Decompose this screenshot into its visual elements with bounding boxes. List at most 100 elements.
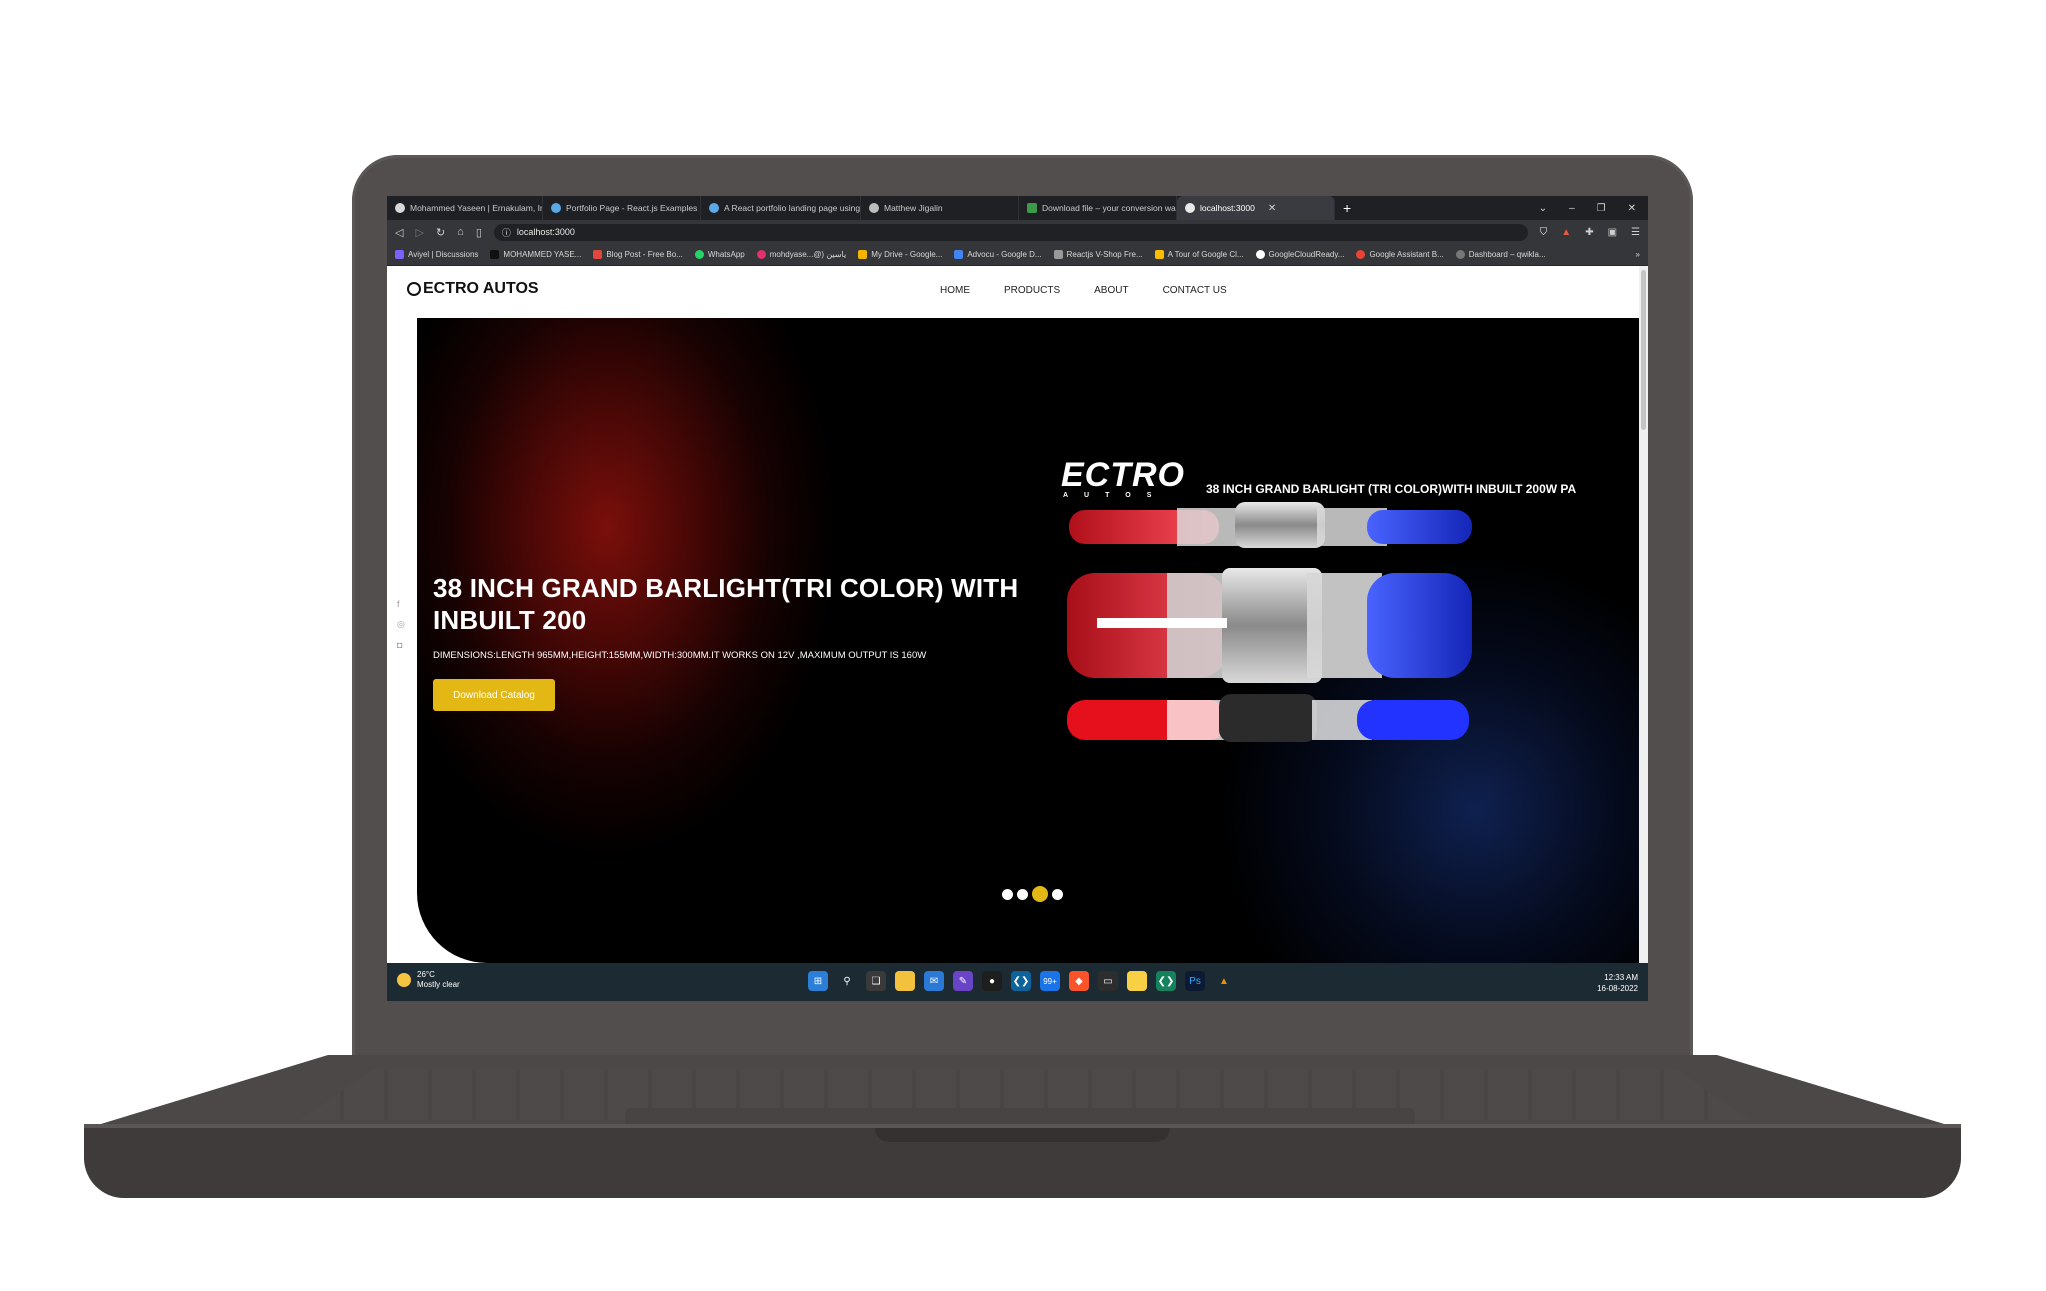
nav-home[interactable]: HOME	[940, 285, 970, 296]
bookmark-label: My Drive - Google...	[871, 250, 943, 259]
browser-tab[interactable]: Portfolio Page - React.js Examples	[543, 196, 701, 220]
nav-contact[interactable]: CONTACT US	[1163, 285, 1227, 296]
product-title: 38 INCH GRAND BARLIGHT (TRI COLOR)WITH I…	[1206, 482, 1577, 496]
window-controls: ⌄ – ❐ ✕	[1539, 203, 1648, 214]
hero-description: DIMENSIONS:LENGTH 965MM,HEIGHT:155MM,WID…	[433, 650, 927, 661]
back-icon[interactable]: ◁	[395, 226, 403, 239]
carousel-dot[interactable]	[1002, 888, 1013, 900]
tab-label: localhost:3000	[1200, 203, 1255, 213]
bookmark-label: WhatsApp	[707, 250, 745, 259]
bookmark-label: MOHAMMED YASE...	[503, 250, 582, 259]
close-tab-icon[interactable]: ✕	[1268, 203, 1276, 214]
design-app-icon[interactable]: ✎	[953, 971, 973, 991]
bookmarks-bar: Aviyel | Discussions MOHAMMED YASE... Bl…	[387, 244, 1648, 266]
close-window-icon[interactable]: ✕	[1628, 203, 1636, 214]
bookmark-item[interactable]: WhatsApp	[694, 250, 745, 259]
system-clock[interactable]: 12:33 AM 16-08-2022	[1597, 972, 1638, 994]
home-icon[interactable]: ⌂	[457, 226, 464, 238]
bookmark-item[interactable]: Reactjs V-Shop Fre...	[1053, 250, 1143, 259]
facebook-icon[interactable]: f	[397, 599, 405, 609]
page-scrollbar[interactable]	[1639, 266, 1648, 963]
app-icon[interactable]: ●	[982, 971, 1002, 991]
download-catalog-button[interactable]: Download Catalog	[433, 679, 555, 711]
hero-carousel: 38 INCH GRAND BARLIGHT(TRI COLOR) WITH I…	[417, 318, 1643, 963]
browser-tab[interactable]: A React portfolio landing page using	[701, 196, 861, 220]
bookmark-item[interactable]: Aviyel | Discussions	[395, 250, 478, 259]
new-tab-button[interactable]: +	[1343, 200, 1351, 216]
address-bar[interactable]: ⓘ localhost:3000	[493, 223, 1528, 241]
bookmark-item[interactable]: My Drive - Google...	[858, 250, 942, 259]
bookmark-item[interactable]: GoogleCloudReady...	[1255, 250, 1345, 259]
browser-tab[interactable]: Mohammed Yaseen | Ernakulam, India	[387, 196, 543, 220]
terminal-icon[interactable]: ▭	[1098, 971, 1118, 991]
react-icon	[551, 203, 561, 213]
vscode-icon[interactable]: ❮❯	[1011, 971, 1031, 991]
scrollbar-thumb[interactable]	[1641, 270, 1646, 430]
site-logo[interactable]: ECTRO AUTOS	[407, 280, 539, 298]
carousel-dot[interactable]	[1017, 888, 1028, 900]
rewards-icon[interactable]: ▲	[1561, 227, 1571, 238]
menu-icon[interactable]: ☰	[1631, 227, 1640, 238]
windows-start-icon[interactable]: ⊞	[808, 971, 828, 991]
chat-icon[interactable]: 99+	[1040, 971, 1060, 991]
logo-text: ECTRO AUTOS	[423, 280, 539, 297]
file-explorer-icon[interactable]	[895, 971, 915, 991]
browser-tab[interactable]: Download file – your conversion was	[1019, 196, 1177, 220]
bookmark-label: GoogleCloudReady...	[1268, 250, 1345, 259]
photoshop-icon[interactable]: Ps	[1185, 971, 1205, 991]
blog-icon	[593, 250, 603, 259]
instagram-icon[interactable]: ◘	[397, 640, 405, 650]
bookmark-item[interactable]: Google Assistant B...	[1356, 250, 1444, 259]
extensions-icon[interactable]: ✚	[1585, 227, 1593, 238]
bookmark-item[interactable]: Advocu - Google D...	[954, 250, 1042, 259]
barlight-bottom	[1067, 694, 1469, 742]
social-links: f ◎ ◘	[397, 599, 405, 650]
bookmark-item[interactable]: Dashboard – qwikla...	[1455, 250, 1546, 259]
google-icon	[1255, 250, 1265, 259]
restore-icon[interactable]: ❐	[1597, 203, 1606, 214]
bookmark-icon[interactable]: ▯	[476, 226, 482, 239]
sticky-notes-icon[interactable]	[1127, 971, 1147, 991]
excel-icon	[1027, 203, 1037, 213]
sidebar-icon[interactable]: ▣	[1608, 227, 1617, 238]
more-bookmarks-button[interactable]: »	[1636, 250, 1640, 259]
search-icon[interactable]: ⚲	[837, 971, 857, 991]
whatsapp-icon[interactable]: ◎	[397, 619, 405, 630]
vscode-insiders-icon[interactable]: ❮❯	[1156, 971, 1176, 991]
bookmark-label: Advocu - Google D...	[967, 250, 1042, 259]
nav-about[interactable]: ABOUT	[1094, 285, 1128, 296]
bookmark-item[interactable]: A Tour of Google Cl...	[1154, 250, 1244, 259]
bookmark-label: mohdyase...@) ياسين	[769, 250, 847, 259]
bookmark-label: A Tour of Google Cl...	[1167, 250, 1244, 259]
nav-products[interactable]: PRODUCTS	[1004, 285, 1060, 296]
page-icon	[1053, 250, 1063, 259]
brave-shield-icon[interactable]: ⛉	[1540, 227, 1548, 238]
product-logo-text: ECTRO	[1061, 456, 1185, 494]
bookmark-item[interactable]: Blog Post - Free Bo...	[593, 250, 683, 259]
barlight-top	[1069, 502, 1472, 548]
extensions: ⛉ ▲ ✚ ▣ ☰	[1540, 227, 1640, 238]
tab-search-icon[interactable]: ⌄	[1539, 203, 1547, 214]
carousel-dot-active[interactable]	[1032, 886, 1048, 902]
weather-widget[interactable]: 26°C Mostly clear	[397, 970, 460, 990]
dev-icon	[490, 250, 500, 259]
task-view-icon[interactable]: ❑	[866, 971, 886, 991]
reload-icon[interactable]: ↻	[436, 226, 445, 239]
vlc-icon[interactable]: ▲	[1214, 971, 1234, 991]
mail-icon[interactable]: ✉	[924, 971, 944, 991]
browser-tab[interactable]: Matthew Jigalin	[861, 196, 1019, 220]
advocu-icon	[954, 250, 964, 259]
brave-icon[interactable]: ◆	[1069, 971, 1089, 991]
forward-icon[interactable]: ▷	[415, 226, 423, 239]
minimize-icon[interactable]: –	[1569, 203, 1575, 214]
clock-time: 12:33 AM	[1604, 973, 1638, 982]
logo-ring-icon	[407, 282, 421, 296]
carousel-dot[interactable]	[1052, 888, 1063, 900]
instagram-icon	[756, 250, 766, 259]
bookmark-item[interactable]: mohdyase...@) ياسين	[756, 250, 847, 259]
browser-tab-active[interactable]: localhost:3000 ✕	[1177, 196, 1335, 220]
bookmark-item[interactable]: MOHAMMED YASE...	[490, 250, 581, 259]
qwiklabs-icon	[1455, 250, 1465, 259]
info-icon[interactable]: ⓘ	[502, 226, 511, 239]
github-icon	[869, 203, 879, 213]
